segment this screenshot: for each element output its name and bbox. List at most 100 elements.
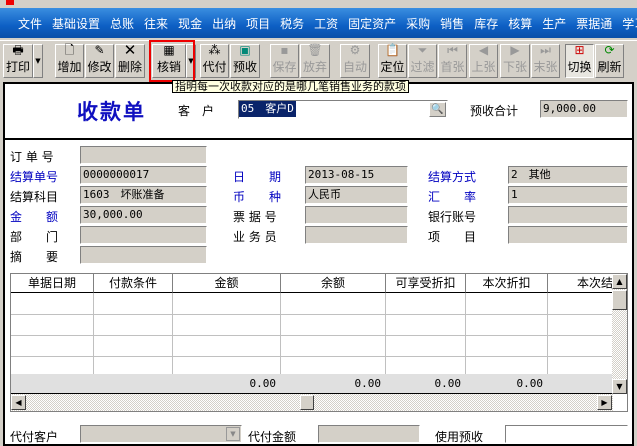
date-label: 日 期	[233, 170, 282, 184]
edit-icon: ✎	[94, 43, 105, 57]
agent-amount-label: 代付金额	[248, 430, 297, 444]
bank-account-label: 银行账号	[428, 210, 477, 224]
page-title: 收款单	[77, 99, 146, 124]
horizontal-scrollbar[interactable]: ◀ ▶	[11, 394, 613, 411]
trash-icon: 🗑	[307, 43, 323, 57]
print-button[interactable]: 🖶 打印	[3, 43, 33, 78]
agent-customer-combo[interactable]	[80, 425, 242, 443]
save-button[interactable]: ▪ 保存	[270, 43, 299, 78]
bank-account-field[interactable]	[508, 206, 628, 224]
prev-icon: ◀	[478, 43, 489, 57]
grid-line	[11, 314, 613, 315]
chevron-down-icon[interactable]: ▼	[226, 427, 240, 441]
menu-payroll[interactable]: 工资	[314, 15, 338, 32]
column-header[interactable]: 金额	[173, 274, 281, 293]
scroll-thumb[interactable]	[300, 395, 314, 410]
scroll-down-icon[interactable]: ▼	[612, 379, 627, 394]
settle-no-label: 结算单号	[10, 170, 59, 184]
agent-amount-field[interactable]	[318, 425, 420, 443]
x-icon: ✕	[123, 41, 137, 59]
filter-button[interactable]: ⏷ 过滤	[408, 43, 437, 78]
menu-cash[interactable]: 现金	[178, 15, 202, 32]
column-header[interactable]: 本次折扣	[466, 274, 548, 293]
menu-accounting[interactable]: 核算	[508, 15, 532, 32]
edit-button[interactable]: ✎ 修改	[85, 43, 114, 78]
print-dropdown[interactable]: ▼	[33, 44, 43, 78]
menu-inventory[interactable]: 库存	[474, 15, 498, 32]
menu-ledger[interactable]: 总账	[110, 15, 134, 32]
menu-tax[interactable]: 税务	[280, 15, 304, 32]
switch-button[interactable]: ⊞ 切换	[565, 43, 594, 78]
agent-pay-button[interactable]: ⁂ 代付	[200, 43, 229, 78]
highlight-box	[149, 40, 195, 82]
next-icon: ▶	[510, 43, 520, 57]
column-header[interactable]: 可享受折扣	[386, 274, 466, 293]
menu-production[interactable]: 生产	[542, 15, 566, 32]
scroll-left-icon[interactable]: ◀	[11, 395, 26, 410]
use-prepay-field[interactable]	[505, 425, 628, 443]
column-header[interactable]: 余额	[281, 274, 386, 293]
order-no-field[interactable]	[80, 146, 207, 164]
menu-purchase[interactable]: 采购	[406, 15, 430, 32]
customer-input[interactable]: 05 客户D 🔍	[238, 100, 448, 119]
menu-basic-settings[interactable]: 基础设置	[52, 15, 100, 32]
rate-label: 汇 率	[428, 190, 477, 204]
auto-button[interactable]: ⚙ 自动	[340, 43, 370, 78]
new-doc-icon: 🗋	[64, 43, 75, 57]
customer-label: 客 户	[178, 104, 215, 118]
menu-fixed-assets[interactable]: 固定资产	[348, 15, 396, 32]
menu-learn[interactable]: 学习	[622, 15, 637, 32]
summary-field[interactable]	[80, 246, 207, 264]
menu-bills[interactable]: 票据通	[576, 15, 612, 32]
column-header[interactable]: 付款条件	[94, 274, 173, 293]
scroll-up-icon[interactable]: ▲	[612, 274, 627, 289]
column-header[interactable]: 本次结	[548, 274, 613, 293]
search-icon[interactable]: 🔍	[429, 102, 446, 117]
app-icon	[6, 0, 14, 5]
summary-label: 摘 要	[10, 250, 59, 264]
menu-receivables[interactable]: 往来	[144, 15, 168, 32]
menu-file[interactable]: 文件	[18, 15, 42, 32]
funnel-icon: ⏷	[417, 43, 428, 57]
menu-cashier[interactable]: 出纳	[212, 15, 236, 32]
next-button[interactable]: ▶ 下张	[500, 43, 530, 78]
settle-method-field[interactable]: 2 其他	[508, 166, 628, 184]
date-field[interactable]: 2013-08-15	[305, 166, 408, 184]
first-button[interactable]: ⏮ 首张	[438, 43, 467, 78]
totals-row: 0.00 0.00 0.00 0.00	[11, 374, 613, 394]
menu-project[interactable]: 项目	[246, 15, 270, 32]
column-header[interactable]: 单据日期	[11, 274, 94, 293]
menu-sales[interactable]: 销售	[440, 15, 464, 32]
add-button[interactable]: 🗋 增加	[55, 43, 84, 78]
discard-button[interactable]: 🗑 放弃	[300, 43, 330, 78]
refresh-icon: ⟳	[604, 43, 615, 57]
rate-field[interactable]: 1	[508, 186, 628, 204]
settle-no-field[interactable]: 0000000017	[80, 166, 207, 184]
salesman-field[interactable]	[305, 226, 408, 244]
scroll-right-icon[interactable]: ▶	[597, 395, 612, 410]
prepay-icon: ▣	[239, 43, 251, 57]
use-prepay-label: 使用预收	[435, 430, 484, 444]
prev-button[interactable]: ◀ 上张	[469, 43, 498, 78]
currency-field[interactable]: 人民币	[305, 186, 408, 204]
last-button[interactable]: ⏭ 末张	[531, 43, 560, 78]
locate-button[interactable]: 📋 定位	[378, 43, 407, 78]
settle-account-field[interactable]: 1603 坏账准备	[80, 186, 207, 204]
settle-account-label: 结算科目	[10, 190, 59, 204]
delete-button[interactable]: ✕ 删除	[115, 41, 145, 78]
settle-method-label: 结算方式	[428, 170, 477, 184]
locate-icon: 📋	[385, 43, 400, 57]
prepay-total-field: 9,000.00	[540, 100, 628, 118]
bill-no-field[interactable]	[305, 206, 408, 224]
dept-field[interactable]	[80, 226, 207, 244]
vertical-scrollbar[interactable]: ▲ ▼	[612, 274, 627, 394]
detail-grid[interactable]: 单据日期 付款条件 金额 余额 可享受折扣 本次折扣 本次结 0.00 0.00…	[10, 273, 628, 412]
scroll-thumb[interactable]	[612, 290, 627, 310]
tooltip: 指明每一次收款对应的是哪几笔销售业务的款项	[172, 80, 409, 93]
project-field[interactable]	[508, 226, 628, 244]
refresh-button[interactable]: ⟳ 刷新	[595, 43, 624, 78]
salesman-label: 业 务 员	[233, 230, 277, 244]
prepay-button[interactable]: ▣ 预收	[230, 43, 260, 78]
amount-field[interactable]: 30,000.00	[80, 206, 207, 224]
printer-icon: 🖶	[12, 43, 24, 57]
